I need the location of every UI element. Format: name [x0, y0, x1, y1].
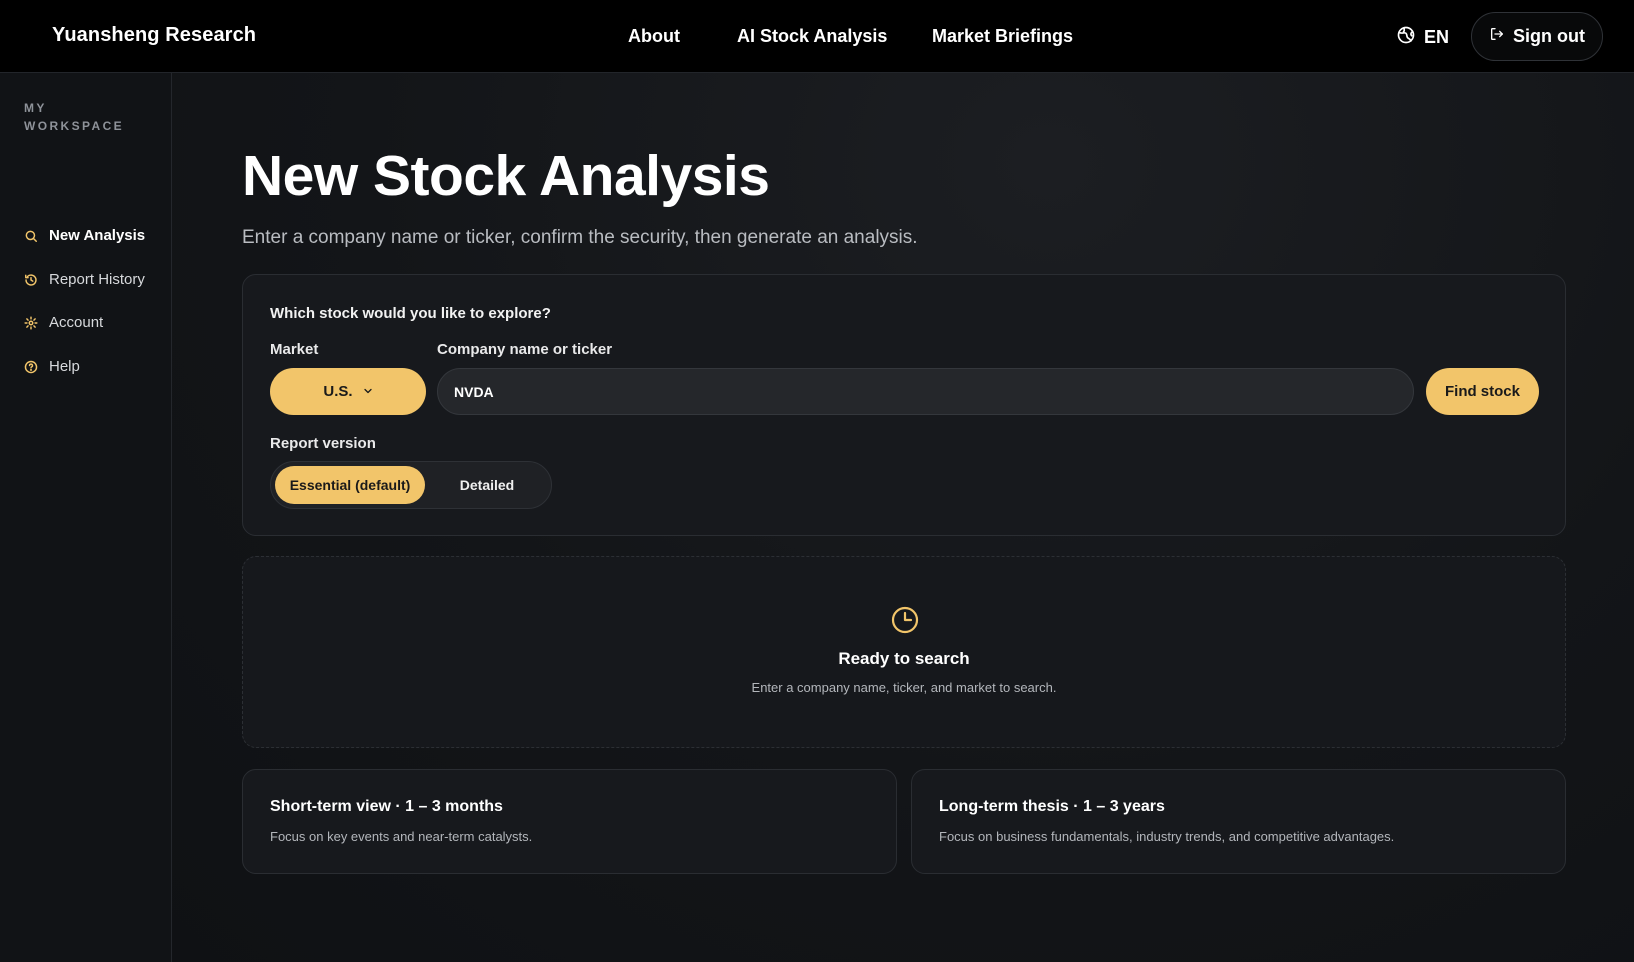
nav-market-briefings[interactable]: Market Briefings	[932, 26, 1073, 47]
logout-icon	[1489, 26, 1505, 47]
ready-description: Enter a company name, ticker, and market…	[751, 680, 1057, 695]
short-term-view-card: Short-term view · 1 – 3 months Focus on …	[242, 769, 897, 874]
search-card: Which stock would you like to explore? M…	[242, 274, 1566, 536]
sidebar-item-new-analysis[interactable]: New Analysis	[24, 227, 145, 244]
nav-about[interactable]: About	[628, 26, 680, 47]
ready-to-search-panel: Ready to search Enter a company name, ti…	[242, 556, 1566, 748]
sidebar-item-label: Account	[49, 314, 104, 331]
nav-ai-stock-analysis[interactable]: AI Stock Analysis	[737, 26, 887, 47]
chevron-down-icon	[363, 383, 373, 400]
search-question: Which stock would you like to explore?	[270, 305, 551, 322]
long-term-thesis-card: Long-term thesis · 1 – 3 years Focus on …	[911, 769, 1566, 874]
view-card-description: Focus on key events and near-term cataly…	[270, 829, 533, 844]
find-stock-button[interactable]: Find stock	[1426, 368, 1539, 415]
version-detailed-option[interactable]: Detailed	[427, 466, 547, 504]
page-title: New Stock Analysis	[242, 144, 770, 208]
history-icon	[24, 273, 38, 287]
search-icon	[24, 229, 38, 243]
view-card-description: Focus on business fundamentals, industry…	[939, 829, 1395, 844]
report-version-toggle: Essential (default) Detailed	[270, 461, 552, 509]
sidebar-item-account[interactable]: Account	[24, 314, 103, 331]
clock-icon	[890, 605, 920, 635]
globe-icon	[1396, 25, 1416, 50]
sign-out-label: Sign out	[1513, 26, 1585, 46]
company-ticker-input[interactable]	[437, 368, 1414, 415]
sidebar-item-label: Report History	[49, 271, 145, 288]
view-card-title: Long-term thesis · 1 – 3 years	[939, 798, 1165, 815]
sidebar: MY WORKSPACE New Analysis Report History	[0, 73, 172, 962]
company-label: Company name or ticker	[437, 341, 613, 358]
version-essential-option[interactable]: Essential (default)	[275, 466, 425, 504]
sidebar-item-report-history[interactable]: Report History	[24, 271, 145, 288]
workspace-label: MY WORKSPACE	[24, 101, 125, 133]
page-subtitle: Enter a company name or ticker, confirm …	[242, 227, 918, 248]
sign-out-button[interactable]: Sign out	[1471, 12, 1603, 61]
market-label: Market	[270, 341, 319, 358]
report-version-label: Report version	[270, 435, 376, 452]
sidebar-item-label: Help	[49, 358, 80, 375]
brand-logo[interactable]: Yuansheng Research	[52, 24, 256, 47]
top-bar: Yuansheng Research About AI Stock Analys…	[0, 0, 1634, 73]
language-switcher[interactable]: EN	[1396, 25, 1449, 50]
market-select[interactable]: U.S.	[270, 368, 426, 415]
sidebar-item-label: New Analysis	[49, 227, 146, 244]
language-label: EN	[1424, 27, 1450, 47]
sidebar-item-help[interactable]: Help	[24, 358, 80, 375]
gear-icon	[24, 315, 38, 330]
main-content: New Stock Analysis Enter a company name …	[172, 73, 1634, 962]
ready-title: Ready to search	[838, 649, 970, 668]
market-value: U.S.	[323, 383, 353, 400]
help-icon	[24, 360, 38, 374]
view-card-title: Short-term view · 1 – 3 months	[270, 798, 503, 815]
